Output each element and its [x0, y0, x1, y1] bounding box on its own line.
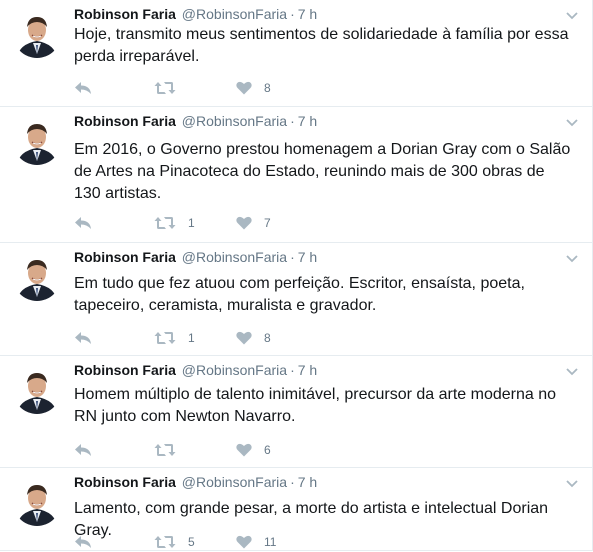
retweet-count: 1 — [188, 216, 195, 230]
retweet-count: 5 — [188, 535, 195, 549]
reply-button[interactable] — [74, 328, 92, 348]
heart-icon — [236, 81, 252, 95]
like-button[interactable]: 8 — [236, 78, 271, 98]
avatar[interactable] — [13, 117, 61, 165]
retweet-icon — [154, 81, 176, 95]
reply-button[interactable] — [74, 440, 92, 460]
reply-icon — [74, 535, 92, 549]
tweet-actions: 1 8 — [74, 328, 314, 348]
avatar[interactable] — [13, 253, 61, 301]
retweet-button[interactable]: 5 — [154, 532, 195, 552]
separator-dot: · — [290, 113, 295, 129]
fullname[interactable]: Robinson Faria — [74, 249, 176, 265]
timestamp[interactable]: 7 h — [298, 249, 317, 265]
like-button[interactable]: 11 — [236, 532, 276, 552]
separator-dot: · — [290, 249, 295, 265]
tweet-actions: 5 11 — [74, 532, 314, 552]
like-count: 8 — [264, 81, 271, 95]
tweet-text: Em tudo que fez atuou com perfeição. Esc… — [74, 275, 525, 314]
retweet-icon — [154, 443, 176, 457]
like-button[interactable]: 7 — [236, 213, 271, 233]
heart-icon — [236, 331, 252, 345]
like-button[interactable]: 6 — [236, 440, 271, 460]
reply-icon — [74, 331, 92, 345]
chevron-down-icon[interactable] — [566, 114, 578, 127]
tweet-text: Homem múltiplo de talento inimitável, pr… — [74, 386, 557, 425]
tweet-header: Robinson Faria @RobinsonFaria · 7 h — [74, 473, 562, 491]
retweet-icon — [154, 535, 176, 549]
retweet-button[interactable] — [154, 78, 188, 98]
retweet-count: 1 — [188, 331, 195, 345]
avatar[interactable] — [13, 10, 61, 58]
fullname[interactable]: Robinson Faria — [74, 6, 176, 22]
tweet-header: Robinson Faria @RobinsonFaria · 7 h — [74, 5, 562, 23]
tweet[interactable]: Robinson Faria @RobinsonFaria · 7 h Homem … — [0, 356, 592, 468]
timestamp[interactable]: 7 h — [298, 6, 317, 22]
timestamp[interactable]: 7 h — [298, 474, 317, 490]
retweet-button[interactable] — [154, 440, 188, 460]
fullname[interactable]: Robinson Faria — [74, 362, 176, 378]
username[interactable]: @RobinsonFaria — [182, 113, 287, 129]
tweet-text: Hoje, transmito meus sentimentos de soli… — [74, 26, 569, 65]
like-count: 7 — [264, 216, 271, 230]
reply-button[interactable] — [74, 78, 92, 98]
heart-icon — [236, 443, 252, 457]
timestamp[interactable]: 7 h — [298, 113, 317, 129]
fullname[interactable]: Robinson Faria — [74, 474, 176, 490]
reply-icon — [74, 443, 92, 457]
timeline: Robinson Faria @RobinsonFaria · 7 h Hoje, … — [0, 0, 593, 551]
reply-button[interactable] — [74, 532, 92, 552]
username[interactable]: @RobinsonFaria — [182, 249, 287, 265]
reply-button[interactable] — [74, 213, 92, 233]
retweet-button[interactable]: 1 — [154, 328, 195, 348]
tweet-header: Robinson Faria @RobinsonFaria · 7 h — [74, 248, 562, 266]
tweet[interactable]: Robinson Faria @RobinsonFaria · 7 h Em tud… — [0, 243, 592, 356]
retweet-icon — [154, 216, 176, 230]
heart-icon — [236, 535, 252, 549]
tweet[interactable]: Robinson Faria @RobinsonFaria · 7 h Lament… — [0, 468, 592, 551]
username[interactable]: @RobinsonFaria — [182, 474, 287, 490]
separator-dot: · — [290, 6, 295, 22]
tweet-actions: 6 — [74, 440, 314, 460]
avatar[interactable] — [13, 478, 61, 526]
like-count: 6 — [264, 443, 271, 457]
separator-dot: · — [290, 362, 295, 378]
reply-icon — [74, 216, 92, 230]
username[interactable]: @RobinsonFaria — [182, 6, 287, 22]
tweet-text: Em 2016, o Governo prestou homenagem a D… — [74, 141, 571, 202]
like-button[interactable]: 8 — [236, 328, 271, 348]
avatar[interactable] — [13, 366, 61, 414]
chevron-down-icon[interactable] — [566, 363, 578, 376]
username[interactable]: @RobinsonFaria — [182, 362, 287, 378]
chevron-down-icon[interactable] — [566, 250, 578, 263]
chevron-down-icon[interactable] — [566, 7, 578, 20]
like-count: 11 — [264, 535, 277, 549]
retweet-button[interactable]: 1 — [154, 213, 195, 233]
reply-icon — [74, 81, 92, 95]
tweet-actions: 1 7 — [74, 213, 314, 233]
timestamp[interactable]: 7 h — [298, 362, 317, 378]
tweet-header: Robinson Faria @RobinsonFaria · 7 h — [74, 112, 562, 130]
retweet-icon — [154, 331, 176, 345]
chevron-down-icon[interactable] — [566, 475, 578, 488]
like-count: 8 — [264, 331, 271, 345]
tweet[interactable]: Robinson Faria @RobinsonFaria · 7 h Em 201… — [0, 107, 592, 243]
separator-dot: · — [290, 474, 295, 490]
tweet[interactable]: Robinson Faria @RobinsonFaria · 7 h Hoje, … — [0, 0, 592, 107]
fullname[interactable]: Robinson Faria — [74, 113, 176, 129]
heart-icon — [236, 216, 252, 230]
tweet-actions: 8 — [74, 78, 314, 98]
tweet-header: Robinson Faria @RobinsonFaria · 7 h — [74, 361, 562, 379]
